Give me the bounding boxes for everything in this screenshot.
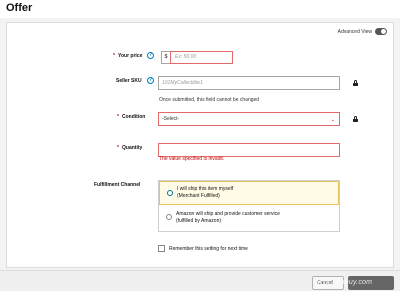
sku-input[interactable]: 101MyCollectible1 — [158, 76, 340, 90]
price-label: Your price — [118, 53, 143, 59]
remember-checkbox[interactable] — [158, 245, 165, 252]
amazon-option-subtitle: (fulfilled by Amazon) — [176, 218, 222, 224]
advanced-view-control[interactable]: Advanced View — [338, 28, 387, 35]
sku-label: Seller SKU — [116, 78, 142, 84]
price-help-icon[interactable]: ? — [147, 52, 154, 59]
amazon-option-title: Amazon will ship and provide customer se… — [176, 211, 280, 217]
quantity-input[interactable] — [158, 143, 340, 157]
quantity-error: The value specified is invalid. — [159, 156, 225, 162]
merchant-option-title: I will ship this item myself — [177, 186, 234, 192]
condition-label: Condition — [122, 114, 146, 120]
fulfillment-options: I will ship this item myself (Merchant F… — [158, 180, 340, 232]
fulfillment-option-amazon[interactable]: Amazon will ship and provide customer se… — [159, 205, 339, 231]
fulfillment-option-merchant[interactable]: I will ship this item myself (Merchant F… — [159, 181, 339, 205]
condition-selected-value: -Select- — [162, 116, 180, 122]
condition-select[interactable]: -Select- ⌄ — [158, 112, 340, 126]
quantity-required-mark: * — [117, 145, 119, 151]
sku-lock-icon — [353, 80, 358, 86]
merchant-radio[interactable] — [167, 190, 173, 196]
sku-help-icon[interactable]: ? — [147, 77, 154, 84]
quantity-label: Quantity — [122, 145, 143, 151]
toggle-knob — [381, 29, 386, 34]
price-input[interactable]: Ex: 50.00 — [170, 51, 233, 64]
currency-symbol: $ — [161, 51, 170, 64]
remember-label: Remember this setting for next time — [169, 246, 248, 252]
merchant-option-subtitle: (Merchant Fulfilled) — [177, 193, 220, 199]
condition-lock-icon — [353, 116, 358, 122]
advanced-view-label: Advanced View — [337, 28, 372, 35]
chevron-down-icon: ⌄ — [330, 117, 335, 123]
advanced-view-toggle[interactable] — [375, 28, 387, 35]
price-required-mark: * — [113, 53, 115, 59]
amazon-radio[interactable] — [166, 214, 172, 220]
page-title: Offer — [6, 2, 33, 14]
page-header: Offer — [0, 0, 400, 18]
sku-note: Once submitted, this field cannot be cha… — [159, 97, 260, 103]
condition-required-mark: * — [117, 114, 119, 120]
fulfillment-label: Fulfillment Channel — [94, 182, 141, 188]
watermark: www.ugabuy.com — [315, 279, 373, 286]
